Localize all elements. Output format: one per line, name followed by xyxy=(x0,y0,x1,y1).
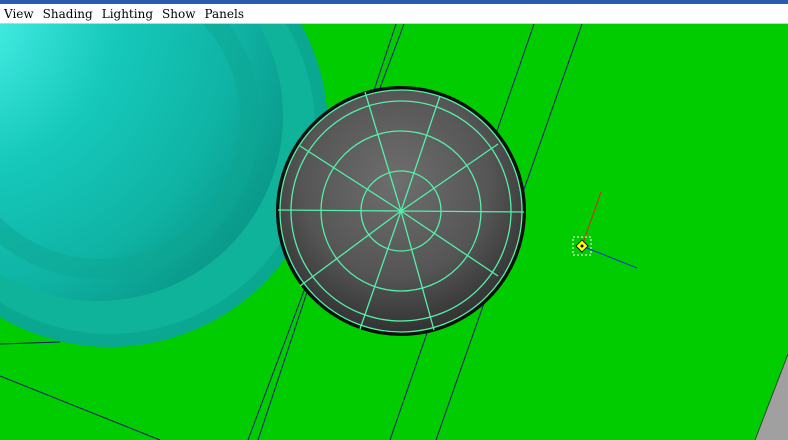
menu-view[interactable]: View xyxy=(0,4,39,24)
selected-sphere[interactable] xyxy=(276,86,526,336)
menu-shading[interactable]: Shading xyxy=(39,4,98,24)
maya-viewport-panel: View Shading Lighting Show Panels xyxy=(0,0,788,440)
menu-show[interactable]: Show xyxy=(158,4,200,24)
3d-viewport[interactable] xyxy=(0,24,788,440)
menu-lighting[interactable]: Lighting xyxy=(98,4,158,24)
menu-panels[interactable]: Panels xyxy=(200,4,249,24)
panel-menubar: View Shading Lighting Show Panels xyxy=(0,4,788,24)
viewport-canvas[interactable] xyxy=(0,24,788,440)
